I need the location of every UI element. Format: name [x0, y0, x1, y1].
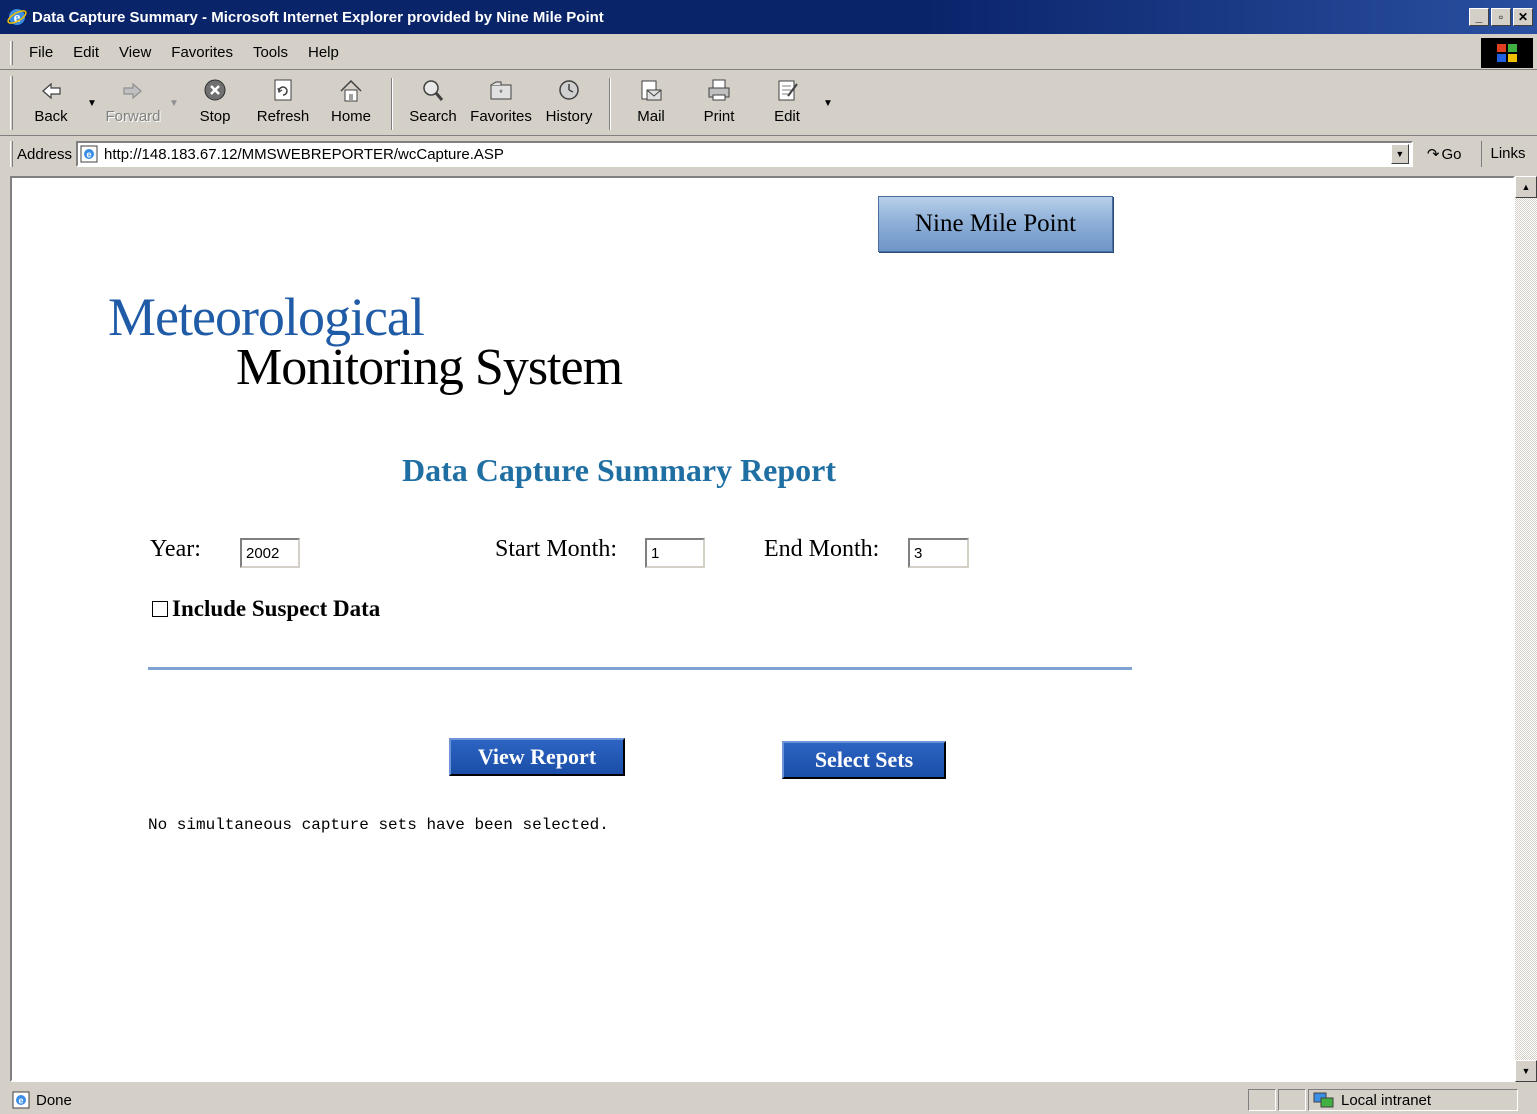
- status-done: e Done: [0, 1091, 1246, 1109]
- refresh-button[interactable]: Refresh: [249, 76, 317, 125]
- forward-dropdown-icon[interactable]: ▼: [167, 98, 181, 109]
- page-viewport: Nine Mile Point Meteorological Monitorin…: [10, 176, 1515, 1082]
- favorites-button[interactable]: * Favorites: [467, 76, 535, 125]
- search-icon: [423, 80, 444, 101]
- selection-status-message: No simultaneous capture sets have been s…: [148, 816, 609, 834]
- menu-bar: File Edit View Favorites Tools Help: [0, 36, 1537, 70]
- svg-text:e: e: [18, 1096, 23, 1106]
- window-title: Data Capture Summary - Microsoft Interne…: [32, 8, 604, 26]
- edit-page-icon: [778, 80, 798, 101]
- report-title: Data Capture Summary Report: [402, 452, 837, 488]
- print-label: Print: [703, 108, 735, 125]
- status-pane: [1278, 1089, 1306, 1111]
- refresh-label: Refresh: [256, 108, 310, 125]
- end-month-input[interactable]: [908, 538, 969, 568]
- address-field[interactable]: e ▼: [76, 141, 1413, 167]
- favorites-label: Favorites: [470, 108, 532, 125]
- mail-label: Mail: [637, 108, 665, 125]
- close-button[interactable]: ✕: [1513, 8, 1533, 26]
- go-label: Go: [1441, 145, 1462, 163]
- suspect-data-label: Include Suspect Data: [172, 596, 381, 621]
- site-button[interactable]: Nine Mile Point: [878, 196, 1113, 252]
- address-label: Address: [16, 145, 73, 163]
- start-month-input[interactable]: [645, 538, 705, 568]
- scroll-up-icon[interactable]: ▲: [1515, 176, 1537, 198]
- ie-page-icon: e: [80, 145, 98, 163]
- menu-tools[interactable]: Tools: [243, 44, 298, 61]
- back-label: Back: [34, 108, 68, 125]
- edit-button[interactable]: Edit: [753, 76, 821, 125]
- maximize-button[interactable]: ▫: [1491, 8, 1511, 26]
- svg-text:e: e: [87, 150, 92, 160]
- mail-button[interactable]: Mail: [617, 76, 685, 125]
- year-label: Year:: [150, 536, 201, 562]
- suspect-data-checkbox[interactable]: [152, 601, 168, 617]
- svg-text:*: *: [499, 88, 503, 98]
- vertical-scrollbar[interactable]: ▲ ▼: [1515, 176, 1537, 1082]
- end-month-label: End Month:: [764, 536, 880, 562]
- windows-logo-icon: [1481, 38, 1533, 68]
- favorites-folder-icon: *: [490, 81, 512, 100]
- back-arrow-icon: [42, 82, 61, 100]
- address-dropdown-icon[interactable]: ▼: [1390, 144, 1409, 164]
- go-arrow-icon: ↷: [1426, 146, 1440, 163]
- edit-label: Edit: [774, 108, 800, 125]
- stop-label: Stop: [199, 108, 231, 125]
- start-month-label: Start Month:: [495, 536, 618, 562]
- toolbar-grip: [10, 76, 13, 130]
- section-divider: [148, 667, 1132, 670]
- history-label: History: [545, 108, 593, 125]
- title-bar: e Data Capture Summary - Microsoft Inter…: [0, 0, 1537, 34]
- back-dropdown-icon[interactable]: ▼: [85, 98, 99, 109]
- menu-grip: [10, 40, 13, 65]
- history-button[interactable]: History: [535, 76, 603, 125]
- address-input[interactable]: [104, 145, 1391, 163]
- go-button[interactable]: ↷ Go: [1426, 145, 1462, 164]
- forward-button[interactable]: Forward: [99, 76, 167, 125]
- search-button[interactable]: Search: [399, 76, 467, 125]
- select-sets-button[interactable]: Select Sets: [782, 741, 946, 779]
- ie-page-icon: e: [12, 1091, 30, 1109]
- scroll-down-icon[interactable]: ▼: [1515, 1060, 1537, 1082]
- menu-favorites[interactable]: Favorites: [161, 44, 243, 61]
- stop-button[interactable]: Stop: [181, 76, 249, 125]
- print-button[interactable]: Print: [685, 76, 753, 125]
- suspect-data-option[interactable]: Include Suspect Data: [152, 596, 380, 622]
- edit-dropdown-icon[interactable]: ▼: [821, 98, 835, 109]
- address-grip: [10, 141, 13, 167]
- ie-logo-icon: e: [7, 9, 27, 26]
- toolbar: Back ▼ Forward ▼ Stop Refresh Home Searc…: [0, 72, 1537, 136]
- year-input[interactable]: [240, 538, 300, 568]
- history-icon: [559, 80, 579, 100]
- logo-title-line2: Monitoring System: [236, 339, 623, 396]
- refresh-icon: [274, 79, 292, 101]
- status-text: Done: [36, 1091, 72, 1109]
- status-pane: [1248, 1089, 1276, 1111]
- view-report-button[interactable]: View Report: [449, 738, 625, 776]
- address-bar: Address e ▼ ↷ Go Links »: [0, 138, 1537, 188]
- local-intranet-icon: [1313, 1092, 1334, 1108]
- links-button[interactable]: Links »: [1481, 141, 1537, 188]
- menu-edit[interactable]: Edit: [63, 44, 109, 61]
- toolbar-separator: [391, 78, 393, 130]
- home-button[interactable]: Home: [317, 76, 385, 125]
- search-label: Search: [409, 108, 457, 125]
- back-button[interactable]: Back: [17, 76, 85, 125]
- menu-file[interactable]: File: [19, 44, 63, 61]
- zone-text: Local intranet: [1341, 1091, 1432, 1109]
- menu-help[interactable]: Help: [298, 44, 349, 61]
- security-zone: Local intranet: [1308, 1089, 1518, 1111]
- mail-icon: [641, 80, 662, 101]
- menu-view[interactable]: View: [109, 44, 161, 61]
- toolbar-separator: [609, 78, 611, 130]
- stop-icon: [204, 79, 226, 101]
- forward-label: Forward: [105, 108, 161, 125]
- forward-arrow-icon: [123, 82, 142, 100]
- printer-icon: [708, 79, 730, 101]
- status-bar: e Done Local intranet: [0, 1086, 1537, 1114]
- minimize-button[interactable]: _: [1469, 8, 1489, 26]
- home-label: Home: [330, 108, 371, 125]
- home-icon: [340, 79, 362, 102]
